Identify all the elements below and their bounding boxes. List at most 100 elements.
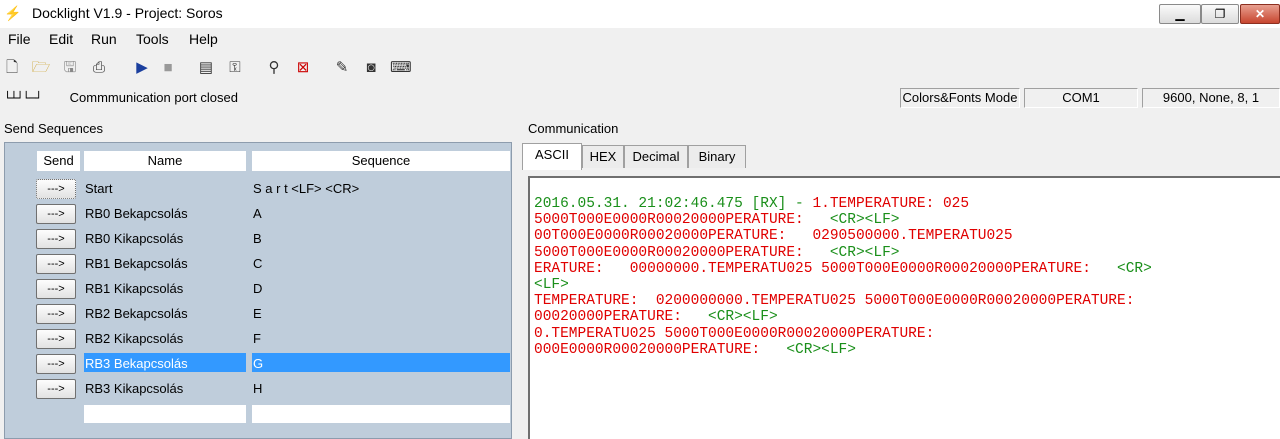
sequence-name[interactable]: RB0 Kikapcsolás	[85, 231, 245, 246]
send-button[interactable]: --->	[36, 254, 76, 274]
log-data-text: 0.TEMPERATU025 5000T000E0000R00020000PER…	[534, 325, 935, 342]
tab-ascii[interactable]: ASCII	[522, 143, 582, 170]
sequence-value[interactable]: B	[253, 231, 509, 246]
port-indicator: COM1	[1024, 88, 1138, 108]
minimize-button[interactable]: ▁	[1159, 4, 1201, 24]
log-data-text: 5000T000E0000R00020000PERATURE:	[534, 212, 830, 229]
log-data-text: 5000T000E0000R00020000PERATURE:	[534, 244, 830, 261]
log-data-text: 00020000PERATURE:	[534, 309, 709, 326]
send-button[interactable]: --->	[36, 229, 76, 249]
log-line: 00T000E0000R00020000PERATURE: 0290500000…	[534, 228, 1152, 244]
sequence-row[interactable]: ---> RB0 Kikapcsolás B	[5, 227, 511, 252]
save-icon[interactable]: 🖫	[60, 58, 80, 78]
log-data-text: 1.TEMPERATURE: 025	[812, 196, 970, 212]
sequence-name[interactable]: RB2 Bekapcsolás	[85, 306, 245, 321]
log-rx-text: <CR><LF>	[829, 212, 900, 229]
sequence-row[interactable]: ---> RB1 Bekapcsolás C	[5, 252, 511, 277]
log-line: 000E0000R00020000PERATURE: <CR><LF>	[534, 342, 1152, 358]
window-title: Docklight V1.9 - Project: Soros	[32, 5, 223, 21]
log-line: TEMPERATURE: 0200000000.TEMPERATU025 500…	[534, 293, 1152, 309]
new-sequence-value-cell[interactable]	[252, 405, 510, 423]
sequence-value[interactable]: H	[253, 381, 509, 396]
title-bar: ⚡ Docklight V1.9 - Project: Soros ▁ ❐ ✕	[0, 0, 1280, 28]
log-data-text: TEMPERATURE: 0200000000.TEMPERATU025 500…	[534, 293, 1135, 310]
edit-notes-icon[interactable]: ✎	[332, 58, 352, 78]
tab-hex[interactable]: HEX	[582, 145, 624, 168]
sequence-name[interactable]: RB3 Kikapcsolás	[85, 381, 245, 396]
log-line: <LF>	[534, 277, 1152, 293]
sequence-name[interactable]: RB1 Kikapcsolás	[85, 281, 245, 296]
print-icon[interactable]: ⎙	[89, 58, 109, 78]
send-button[interactable]: --->	[36, 204, 76, 224]
sequence-row[interactable]: ---> RB2 Bekapcsolás E	[5, 302, 511, 327]
col-header-sequence[interactable]: Sequence	[252, 151, 510, 171]
menu-edit[interactable]: Edit	[49, 31, 73, 47]
send-button[interactable]: --->	[36, 279, 76, 299]
log-data-text: 00T000E0000R00020000PERATURE: 0290500000…	[534, 228, 1013, 245]
menu-run[interactable]: Run	[91, 31, 117, 47]
send-button[interactable]: --->	[36, 354, 76, 374]
menu-bar: File Edit Run Tools Help	[0, 28, 1280, 50]
log-data-text: 000E0000R00020000PERATURE:	[534, 341, 787, 358]
status-bar: └┴┘└─┘ Commmunication port closed Colors…	[0, 87, 1280, 111]
sequence-name[interactable]: RB0 Bekapcsolás	[85, 206, 245, 221]
new-document-icon[interactable]: 🗋	[2, 58, 22, 78]
stop-icon[interactable]: ■	[158, 58, 178, 78]
sequence-name[interactable]: RB1 Bekapcsolás	[85, 256, 245, 271]
log-rx-text: <CR><LF>	[786, 341, 856, 358]
log-rx-text: <CR><LF>	[829, 244, 900, 261]
col-header-name[interactable]: Name	[84, 151, 246, 171]
menu-help[interactable]: Help	[189, 31, 218, 47]
sequence-row[interactable]: ---> RB0 Bekapcsolás A	[5, 202, 511, 227]
send-button[interactable]: --->	[36, 379, 76, 399]
menu-file[interactable]: File	[8, 31, 31, 47]
sequence-value[interactable]: G	[252, 353, 510, 372]
send-sequences-grid: Send Name Sequence ---> Start S a r t <L…	[4, 142, 512, 439]
col-header-send[interactable]: Send	[37, 151, 80, 171]
communication-log[interactable]: 2016.05.31. 21:02:46.475 [RX] - 1.TEMPER…	[534, 196, 1152, 358]
sequence-row-selected[interactable]: ---> RB3 Bekapcsolás G	[5, 352, 511, 377]
sequence-value[interactable]: D	[253, 281, 509, 296]
toolbar: 🗋 🗁 🖫 ⎙ ▶ ■ ▤ ⚿ ⚲ ⊠ ✎ ◙ ⌨	[0, 54, 1280, 84]
close-button[interactable]: ✕	[1240, 4, 1280, 24]
open-folder-icon[interactable]: 🗁	[31, 58, 51, 78]
sequence-row[interactable]: ---> RB1 Kikapcsolás D	[5, 277, 511, 302]
port-status-text: Commmunication port closed	[69, 90, 238, 105]
communication-label: Communication	[528, 121, 619, 136]
sequence-row[interactable]: ---> Start S a r t <LF> <CR>	[5, 177, 511, 202]
sequence-name[interactable]: Start	[85, 181, 245, 196]
mode-indicator: Colors&Fonts Mode	[900, 88, 1020, 108]
keyboard-console-icon[interactable]: ⌨	[390, 58, 412, 78]
send-button[interactable]: --->	[36, 179, 76, 199]
menu-tools[interactable]: Tools	[136, 31, 169, 47]
sequence-row[interactable]: ---> RB2 Kikapcsolás F	[5, 327, 511, 352]
send-button[interactable]: --->	[36, 304, 76, 324]
sequence-value[interactable]: F	[253, 331, 509, 346]
sequence-value[interactable]: E	[253, 306, 509, 321]
port-status: └┴┘└─┘ Commmunication port closed	[4, 90, 238, 105]
sequence-name[interactable]: RB3 Bekapcsolás	[84, 353, 246, 372]
clear-icon[interactable]: ⊠	[293, 58, 313, 78]
app-logo-icon: ⚡	[4, 5, 22, 21]
tab-binary[interactable]: Binary	[688, 145, 746, 168]
send-sequences-label: Send Sequences	[4, 121, 104, 136]
snapshot-icon[interactable]: ◙	[361, 58, 381, 78]
log-rx-text: <LF>	[534, 277, 569, 294]
keyboard-settings-icon[interactable]: ⚿	[225, 58, 245, 78]
sequence-value[interactable]: C	[253, 256, 509, 271]
new-sequence-name-cell[interactable]	[84, 405, 246, 423]
sequence-value[interactable]: A	[253, 206, 509, 221]
tab-decimal[interactable]: Decimal	[624, 145, 688, 168]
sequence-row[interactable]: ---> RB3 Kikapcsolás H	[5, 377, 511, 402]
project-settings-icon[interactable]: ▤	[196, 58, 216, 78]
maximize-button[interactable]: ❐	[1201, 4, 1239, 24]
signal-icon: └┴┘└─┘	[4, 91, 42, 105]
log-rx-text: 2016.05.31. 21:02:46.475 [RX] -	[534, 196, 813, 212]
log-line: 2016.05.31. 21:02:46.475 [RX] - 1.TEMPER…	[534, 196, 1152, 212]
sequence-name[interactable]: RB2 Kikapcsolás	[85, 331, 245, 346]
find-icon[interactable]: ⚲	[264, 58, 284, 78]
communication-window[interactable]: 2016.05.31. 21:02:46.475 [RX] - 1.TEMPER…	[528, 176, 1280, 439]
play-icon[interactable]: ▶	[132, 58, 152, 78]
sequence-value[interactable]: S a r t <LF> <CR>	[253, 181, 509, 196]
send-button[interactable]: --->	[36, 329, 76, 349]
